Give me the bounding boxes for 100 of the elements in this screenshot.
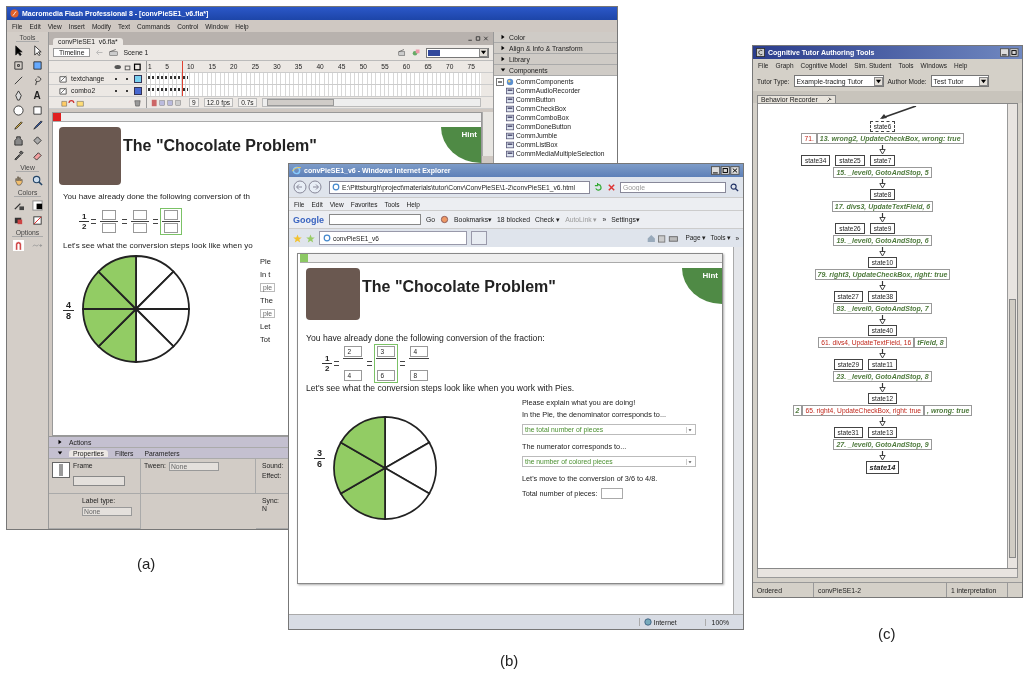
page-icon xyxy=(323,234,331,242)
toolbar-logo: Google xyxy=(293,214,324,225)
flash-app-icon xyxy=(10,9,19,18)
globe-icon xyxy=(643,618,652,626)
figure-caption: (c) xyxy=(878,625,896,642)
fraction-input[interactable] xyxy=(98,207,121,235)
zoom-field[interactable] xyxy=(426,47,489,58)
edge-arrow xyxy=(878,179,887,188)
pie-chart-drawing[interactable] xyxy=(333,416,439,522)
edge-arrow xyxy=(878,315,887,324)
app-icon xyxy=(756,48,765,57)
pie-intro-text: Let's see what the conversion steps look like when yo xyxy=(62,241,254,250)
stop-icon[interactable] xyxy=(607,182,616,192)
intro-text: You have already done the following conversion of th xyxy=(62,192,251,201)
horizontal-scrollbar[interactable] xyxy=(757,569,1018,578)
figure-caption: (a) xyxy=(137,555,156,572)
hint-button[interactable]: Hint xyxy=(682,268,722,304)
page-title: The "Chocolate Problem" xyxy=(362,278,556,296)
frame-name-field[interactable] xyxy=(73,476,125,486)
photo-placeholder xyxy=(306,268,360,320)
dropdown-arrow-icon xyxy=(479,48,488,57)
layer-icon xyxy=(59,86,68,95)
ink-bottle-icon[interactable] xyxy=(12,135,24,146)
paint-bucket-icon[interactable] xyxy=(31,135,43,146)
equals-sign-icon xyxy=(367,360,373,366)
collapsed-caret-icon[interactable] xyxy=(57,439,63,445)
magnet-icon[interactable] xyxy=(12,240,24,251)
vertical-scrollbar[interactable] xyxy=(482,112,493,156)
free-transform-icon[interactable] xyxy=(12,60,24,71)
layer-outline-color[interactable] xyxy=(134,74,142,83)
subselect-icon[interactable] xyxy=(31,45,43,56)
fraction: 1 2 xyxy=(322,353,333,373)
vertical-scrollbar[interactable] xyxy=(1007,104,1017,568)
hint-button[interactable]: Hint xyxy=(441,127,481,163)
components-icon xyxy=(506,77,514,86)
pie-chart-drawing[interactable] xyxy=(82,255,192,365)
pin-icon xyxy=(825,96,832,103)
equals-sign-icon xyxy=(400,360,406,366)
collapse-box-icon[interactable] xyxy=(496,77,504,86)
onion-skin-icons[interactable] xyxy=(150,98,184,107)
line-icon[interactable] xyxy=(12,75,24,86)
pointer-icon[interactable] xyxy=(12,45,24,56)
browser-app-icon xyxy=(292,166,301,175)
edit-scene-icon[interactable] xyxy=(398,48,407,57)
rectangle-icon[interactable] xyxy=(31,105,43,116)
edge-arrow xyxy=(878,247,887,256)
star-icon[interactable] xyxy=(293,233,302,243)
edge-arrow xyxy=(878,451,887,460)
answer-field[interactable] xyxy=(601,488,624,499)
photo-placeholder xyxy=(59,127,121,185)
edge-arrow xyxy=(878,417,887,426)
horizontal-scrollbar[interactable] xyxy=(261,98,481,107)
expanded-caret-icon[interactable] xyxy=(57,450,63,456)
dropdown-arrow-icon xyxy=(978,76,988,86)
edge-arrow xyxy=(878,349,887,358)
figure-caption: (b) xyxy=(500,652,519,669)
equals-sign-icon xyxy=(153,218,159,224)
equals-sign-icon xyxy=(334,360,340,366)
fill-color-icon[interactable] xyxy=(31,200,43,211)
brush-icon[interactable] xyxy=(31,120,43,131)
text-tool[interactable]: A xyxy=(33,90,41,101)
pencil-icon[interactable] xyxy=(12,120,24,131)
fraction: 3 6 xyxy=(314,448,325,469)
toolbar-search-field[interactable] xyxy=(329,214,421,225)
layer-toggle-icons[interactable] xyxy=(114,62,142,71)
fraction: 1 2 xyxy=(79,211,90,231)
hand-icon[interactable] xyxy=(12,175,24,186)
equals-sign-icon xyxy=(91,218,97,224)
add-layer-icons[interactable] xyxy=(59,98,87,107)
status-square xyxy=(53,113,61,121)
status-square xyxy=(300,254,308,262)
trash-icon[interactable] xyxy=(133,98,142,107)
layer-outline-color[interactable] xyxy=(134,86,142,95)
pie-intro-text: Let's see what the conversion steps look like when you work with Pies. xyxy=(306,383,576,393)
frame-icon xyxy=(52,462,70,478)
eyedropper-icon[interactable] xyxy=(12,150,24,161)
window-controls-icon[interactable] xyxy=(711,166,740,175)
edge-arrow xyxy=(877,106,918,120)
zoom-icon[interactable] xyxy=(31,175,43,186)
gradient-transform-icon[interactable] xyxy=(31,60,43,71)
fraction: 4 8 xyxy=(63,299,74,321)
dropdown-arrow-icon xyxy=(686,426,693,433)
equals-sign-icon xyxy=(122,218,128,224)
fraction-input[interactable] xyxy=(129,207,152,235)
eraser-icon[interactable] xyxy=(31,150,43,161)
edge-arrow xyxy=(878,281,887,290)
no-color-icon[interactable] xyxy=(31,215,43,226)
dropdown-arrow-icon xyxy=(873,76,883,86)
pen-icon[interactable] xyxy=(12,90,24,101)
swap-colors-icon[interactable] xyxy=(12,215,24,226)
dropdown-arrow-icon xyxy=(686,458,693,465)
edge-arrow xyxy=(878,383,887,392)
fraction-input[interactable] xyxy=(160,207,183,235)
search-icon[interactable] xyxy=(730,182,739,192)
page-title: The "Chocolate Problem" xyxy=(123,137,317,155)
layer-icon xyxy=(59,74,68,83)
edge-arrow xyxy=(878,145,887,154)
window-controls-icon[interactable] xyxy=(1000,48,1019,57)
gear-icon[interactable] xyxy=(440,215,450,224)
vertical-scrollbar[interactable] xyxy=(733,247,743,614)
